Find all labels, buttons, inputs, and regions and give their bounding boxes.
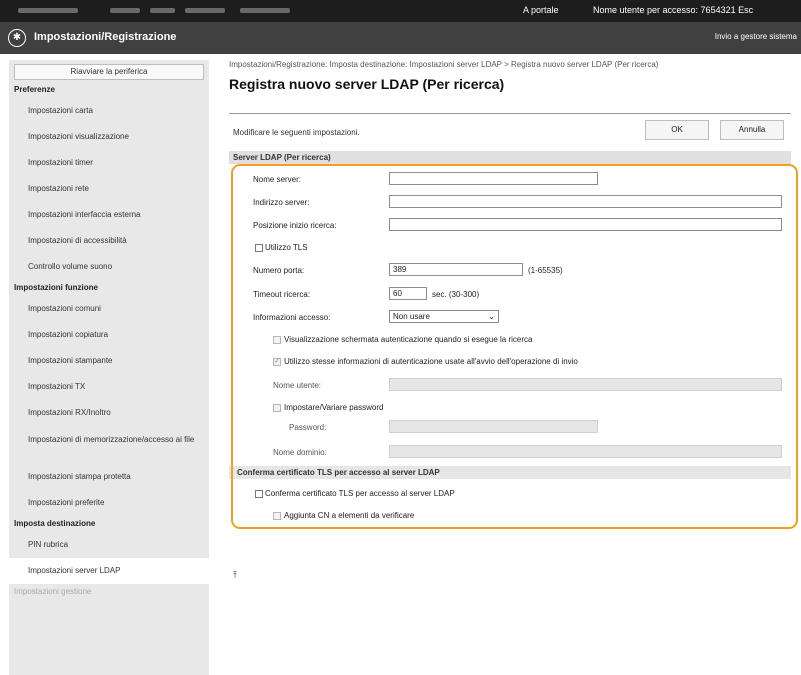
- blurred-text: [110, 8, 140, 13]
- instruction-text: Modificare le seguenti impostazioni.: [233, 128, 360, 137]
- title-divider: [229, 113, 791, 114]
- restart-device-button[interactable]: Riavviare la periferica: [14, 64, 204, 80]
- sidebar-item-timer-settings[interactable]: Impostazioni timer: [9, 150, 209, 176]
- blurred-text: [150, 8, 175, 13]
- sidebar-item-network-settings[interactable]: Impostazioni rete: [9, 176, 209, 202]
- blurred-text: [240, 8, 290, 13]
- sidebar-item-copy-settings[interactable]: Impostazioni copiatura: [9, 322, 209, 348]
- sidebar-item-paper-settings[interactable]: Impostazioni carta: [9, 98, 209, 124]
- sidebar-item-rx-forward-settings[interactable]: Impostazioni RX/Inoltro: [9, 400, 209, 426]
- sidebar-item-printer-settings[interactable]: Impostazioni stampante: [9, 348, 209, 374]
- sidebar-item-secure-print[interactable]: Impostazioni stampa protetta: [9, 464, 209, 490]
- highlight-frame: [231, 164, 798, 529]
- app-title: Impostazioni/Registrazione: [34, 31, 177, 43]
- sidebar-item-accessibility[interactable]: Impostazioni di accessibilità: [9, 228, 209, 254]
- back-to-top-icon[interactable]: ⤒: [233, 570, 237, 581]
- sidebar-section-set-destination: Imposta destinazione: [14, 519, 96, 528]
- blurred-text: [18, 8, 78, 13]
- ok-button[interactable]: OK: [645, 120, 709, 140]
- page-title: Registra nuovo server LDAP (Per ricerca): [229, 76, 505, 92]
- sidebar-item-favorite-settings[interactable]: Impostazioni preferite: [9, 490, 209, 516]
- settings-logo-icon: ✱: [8, 29, 26, 47]
- blurred-text: [185, 8, 225, 13]
- sidebar-item-store-access-files[interactable]: Impostazioni di memorizzazione/accesso a…: [9, 426, 209, 464]
- sidebar-item-external-interface[interactable]: Impostazioni interfaccia esterna: [9, 202, 209, 228]
- sidebar-item-ldap-server-settings[interactable]: Impostazioni server LDAP: [9, 558, 209, 584]
- portal-link[interactable]: A portale: [523, 5, 559, 15]
- send-to-admin-link[interactable]: Invio a gestore sistema: [715, 32, 797, 41]
- login-user-info: Nome utente per accesso: 7654321 Esc: [593, 5, 754, 15]
- sidebar: Riavviare la periferica Preferenze Impos…: [9, 60, 209, 675]
- top-bar: A portale Nome utente per accesso: 76543…: [0, 0, 801, 22]
- sidebar-item-volume-control[interactable]: Controllo volume suono: [9, 254, 209, 280]
- sidebar-section-preferences: Preferenze: [14, 85, 55, 94]
- breadcrumb: Impostazioni/Registrazione: Imposta dest…: [229, 60, 659, 69]
- sidebar-item-address-book-pin[interactable]: PIN rubrica: [9, 532, 209, 558]
- sidebar-item-tx-settings[interactable]: Impostazioni TX: [9, 374, 209, 400]
- cancel-button[interactable]: Annulla: [720, 120, 784, 140]
- main-content: Impostazioni/Registrazione: Imposta dest…: [229, 60, 798, 580]
- sidebar-section-function-settings: Impostazioni funzione: [14, 283, 98, 292]
- section-header-ldap-server: Server LDAP (Per ricerca): [229, 151, 791, 164]
- sidebar-section-management-settings: Impostazioni gestione: [14, 587, 92, 596]
- app-header: ✱ Impostazioni/Registrazione Invio a ges…: [0, 22, 801, 54]
- sidebar-item-display-settings[interactable]: Impostazioni visualizzazione: [9, 124, 209, 150]
- sidebar-item-common-settings[interactable]: Impostazioni comuni: [9, 296, 209, 322]
